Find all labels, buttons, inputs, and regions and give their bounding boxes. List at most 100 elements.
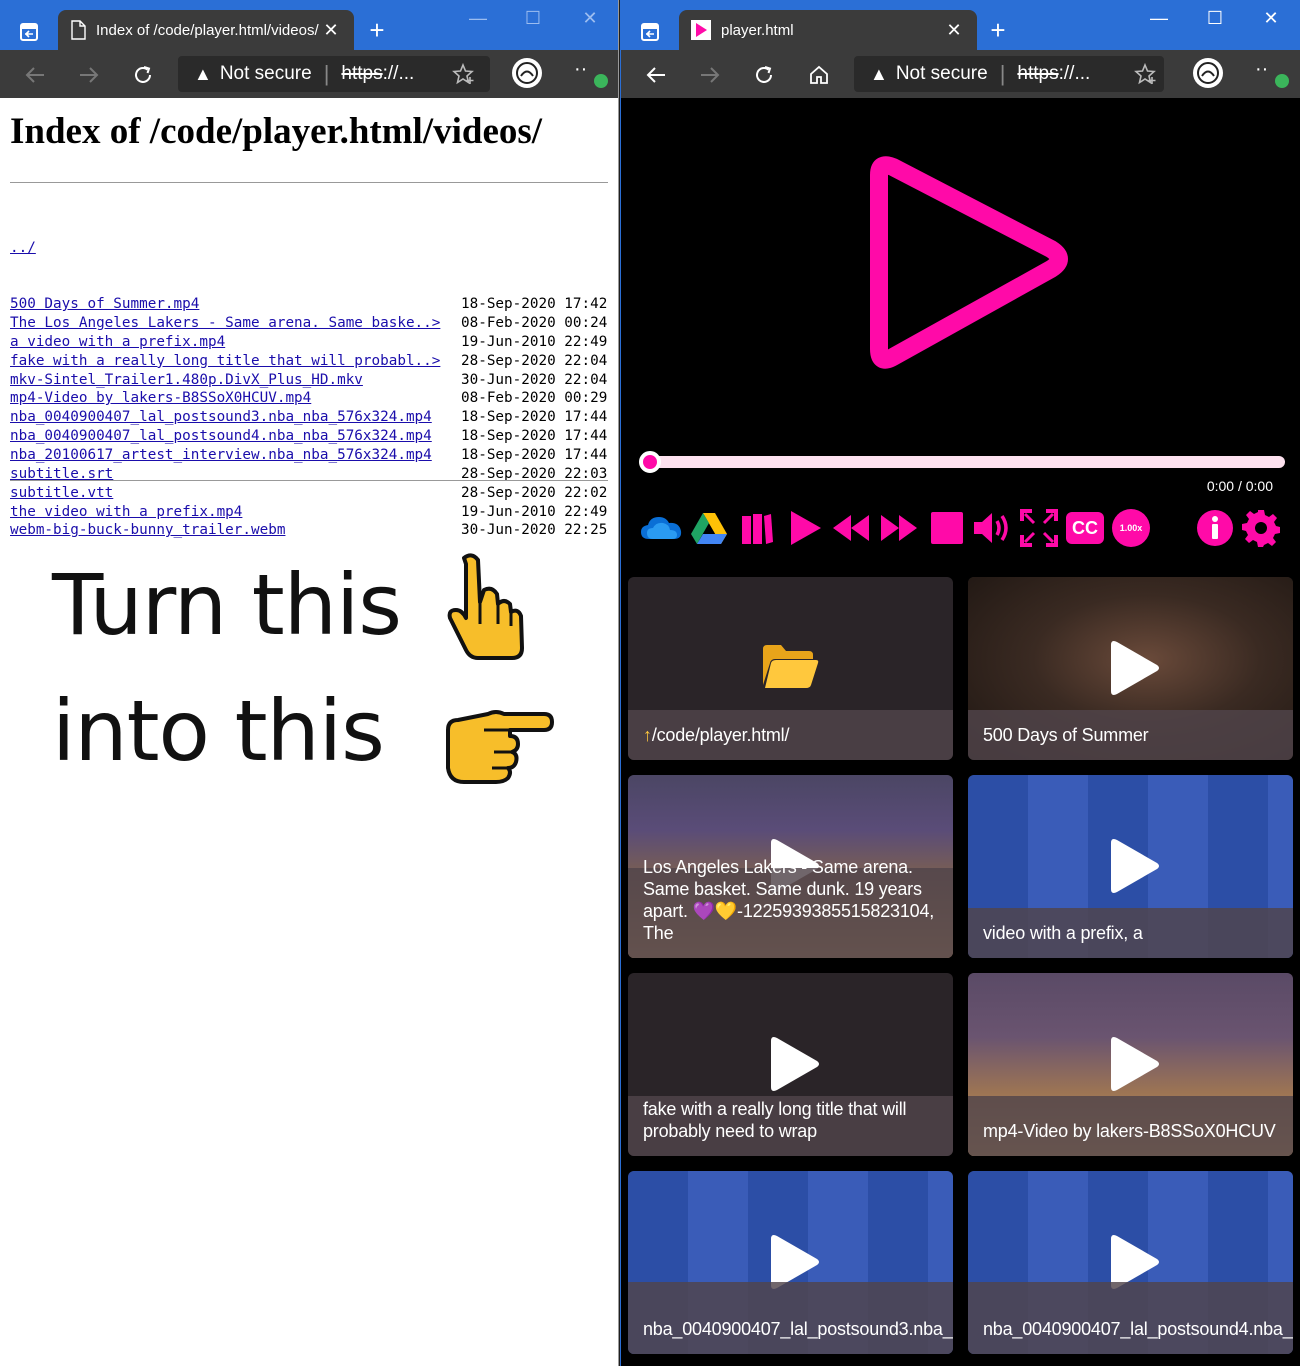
card-title: 500 Days of Summer — [983, 725, 1149, 745]
video-card[interactable]: 500 Days of Summer — [968, 577, 1293, 760]
settings-button[interactable] — [1239, 506, 1283, 550]
tab-strip: player.html ✕ + — ☐ ✕ — [621, 0, 1300, 50]
stop-button[interactable] — [925, 506, 969, 550]
forward-button[interactable] — [695, 60, 725, 90]
big-play-icon[interactable] — [859, 153, 1073, 379]
onedrive-icon — [641, 517, 682, 539]
play-icon[interactable] — [1105, 1035, 1161, 1098]
url-rest: ://... — [382, 63, 415, 84]
file-link[interactable]: the video with a prefix.mp4 — [10, 503, 461, 522]
file-link[interactable]: nba_20100617_artest_interview.nba_nba_57… — [10, 446, 461, 465]
folder-card[interactable]: ↑/code/player.html/ — [628, 577, 953, 760]
new-tab-button[interactable]: + — [362, 16, 392, 44]
add-favorite-icon[interactable] — [1134, 62, 1158, 86]
play-button[interactable] — [783, 506, 827, 550]
seek-handle[interactable] — [639, 451, 661, 473]
tab-actions-icon[interactable] — [633, 15, 667, 49]
more-menu-button[interactable]: ·· — [574, 58, 608, 88]
directory-row: fake with a really long title that will … — [10, 352, 607, 371]
video-card[interactable]: Los Angeles Lakers - Same arena. Same ba… — [628, 775, 953, 958]
captions-button[interactable]: CC — [1063, 506, 1107, 550]
divider — [10, 480, 608, 481]
video-card[interactable]: nba_0040900407_lal_postsound4.nba_nba_57… — [968, 1171, 1293, 1354]
speed-icon: 1.00x — [1112, 509, 1150, 547]
file-link[interactable]: fake with a really long title that will … — [10, 352, 461, 371]
home-button[interactable] — [804, 60, 834, 90]
onedrive-button[interactable] — [639, 506, 683, 550]
tab-player[interactable]: player.html ✕ — [679, 10, 977, 50]
close-tab-icon[interactable]: ✕ — [943, 20, 965, 41]
card-title: video with a prefix, a — [983, 923, 1143, 943]
video-card[interactable]: video with a prefix, a — [968, 775, 1293, 958]
parent-directory-link[interactable]: ../ — [10, 239, 461, 258]
video-card[interactable]: nba_0040900407_lal_postsound3.nba_nba_57… — [628, 1171, 953, 1354]
address-url: https://... — [1017, 63, 1090, 85]
file-link[interactable]: mkv-Sintel_Trailer1.480p.DivX_Plus_HD.mk… — [10, 371, 461, 390]
minimize-button[interactable]: — — [458, 8, 498, 29]
forward-button[interactable] — [74, 60, 104, 90]
back-arrow-icon — [646, 67, 665, 83]
card-title: Los Angeles Lakers - Same arena. Same ba… — [643, 857, 935, 943]
volume-button[interactable] — [971, 506, 1015, 550]
fast-forward-button[interactable] — [877, 506, 921, 550]
forward-arrow-icon — [701, 67, 720, 83]
seek-bar[interactable] — [639, 451, 1285, 473]
video-card[interactable]: fake with a really long title that will … — [628, 973, 953, 1156]
file-link[interactable]: mp4-Video by lakers-B8SSoX0HCUV.mp4 — [10, 389, 461, 408]
url-rest: ://... — [1058, 63, 1091, 84]
back-button[interactable] — [641, 60, 671, 90]
close-tab-icon[interactable]: ✕ — [320, 20, 342, 41]
file-link[interactable]: webm-big-buck-bunny_trailer.webm — [10, 521, 461, 540]
refresh-button[interactable] — [128, 60, 158, 90]
file-link[interactable]: a video with a prefix.mp4 — [10, 333, 461, 352]
file-date: 30-Jun-2020 22:25 — [461, 522, 608, 539]
more-menu-button[interactable]: ·· — [1255, 58, 1289, 88]
tab-directory-index[interactable]: Index of /code/player.html/videos/ ✕ — [58, 10, 354, 50]
file-date: 18-Sep-2020 17:42 — [461, 296, 608, 313]
card-caption: video with a prefix, a — [968, 908, 1293, 958]
card-title-wrap: fake with a really long title that will … — [643, 1098, 938, 1142]
pointing-right-hand-icon — [446, 710, 554, 784]
file-link[interactable]: 500 Days of Summer.mp4 — [10, 295, 461, 314]
fullscreen-button[interactable] — [1017, 506, 1061, 550]
directory-row: a video with a prefix.mp4 19-Jun-2010 22:… — [10, 333, 607, 352]
minimize-button[interactable]: — — [1139, 8, 1179, 29]
file-link[interactable]: subtitle.vtt — [10, 484, 461, 503]
close-window-button[interactable]: ✕ — [1251, 8, 1291, 29]
profile-avatar[interactable] — [512, 58, 542, 88]
card-title: nba_0040900407_lal_postsound4.nba_nba_57… — [983, 1319, 1293, 1339]
play-icon[interactable] — [1105, 837, 1161, 900]
file-link[interactable]: The Los Angeles Lakers - Same arena. Sam… — [10, 314, 461, 333]
player-favicon-icon — [691, 20, 711, 40]
warning-icon: ▲ — [194, 63, 212, 84]
maximize-button[interactable]: ☐ — [513, 8, 553, 29]
playback-speed-button[interactable]: 1.00x — [1109, 506, 1153, 550]
profile-avatar[interactable] — [1193, 58, 1223, 88]
close-window-button[interactable]: ✕ — [570, 8, 610, 29]
info-button[interactable] — [1193, 506, 1237, 550]
tab-actions-icon[interactable] — [12, 15, 46, 49]
rewind-button[interactable] — [829, 506, 873, 550]
add-favorite-icon[interactable] — [452, 62, 476, 86]
maximize-button[interactable]: ☐ — [1195, 8, 1235, 29]
library-button[interactable] — [735, 506, 779, 550]
directory-row: webm-big-buck-bunny_trailer.webm 30-Jun-2… — [10, 521, 607, 540]
video-card[interactable]: mp4-Video by lakers-B8SSoX0HCUV — [968, 973, 1293, 1156]
directory-row: the video with a prefix.mp4 19-Jun-2010 2… — [10, 503, 607, 522]
tab-strip: Index of /code/player.html/videos/ ✕ + —… — [0, 0, 618, 50]
google-drive-button[interactable] — [687, 506, 731, 550]
file-link[interactable]: nba_0040900407_lal_postsound3.nba_nba_57… — [10, 408, 461, 427]
refresh-button[interactable] — [749, 60, 779, 90]
profile-icon — [1197, 62, 1219, 84]
google-drive-icon — [691, 513, 727, 544]
directory-row: mkv-Sintel_Trailer1.480p.DivX_Plus_HD.mk… — [10, 371, 607, 390]
update-badge-icon — [1275, 74, 1289, 88]
address-bar[interactable]: ▲ Not secure | https://... — [854, 56, 1164, 92]
play-icon[interactable] — [1105, 639, 1161, 702]
new-tab-button[interactable]: + — [983, 16, 1013, 44]
back-button[interactable] — [20, 60, 50, 90]
directory-row: 500 Days of Summer.mp4 18-Sep-2020 17:42 — [10, 295, 607, 314]
address-bar[interactable]: ▲ Not secure | https://... — [178, 56, 490, 92]
play-icon[interactable] — [765, 1035, 821, 1098]
file-link[interactable]: nba_0040900407_lal_postsound4.nba_nba_57… — [10, 427, 461, 446]
